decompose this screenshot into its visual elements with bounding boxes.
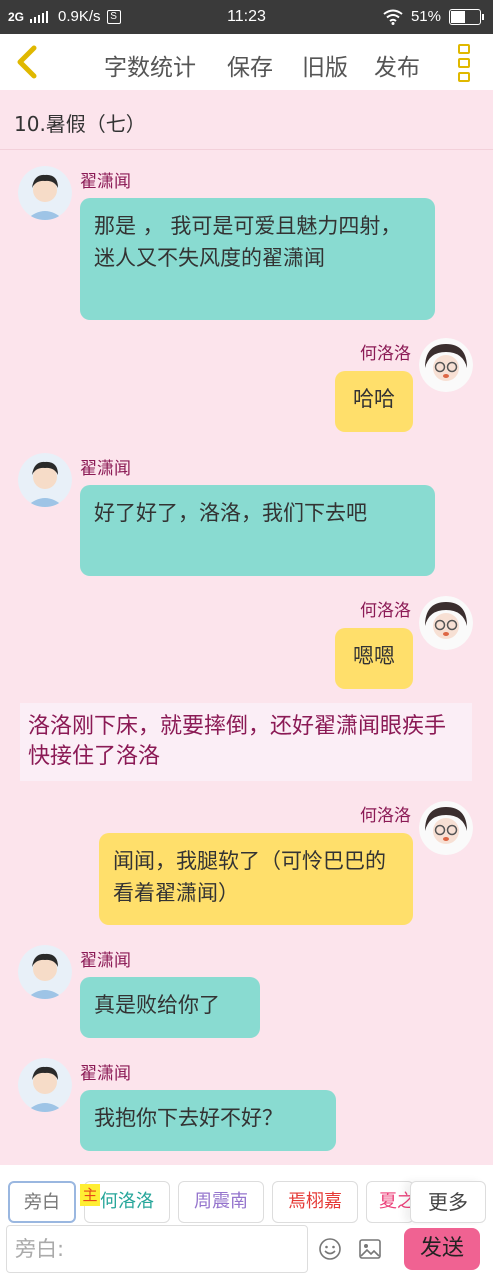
message-bubble[interactable]: 哈哈 [335,371,413,432]
narration-block[interactable]: 洛洛刚下床，就要摔倒，还好翟潇闻眼疾手快接住了洛洛 [20,703,472,781]
avatar-he-luoluo[interactable] [419,801,473,855]
message-bubble[interactable]: 好了好了，洛洛，我们下去吧 [80,485,435,576]
battery-icon [449,8,484,25]
save-button[interactable]: 保存 [227,48,273,82]
emoji-icon[interactable] [318,1237,342,1261]
old-version-button[interactable]: 旧版 [302,48,348,82]
speaker-name: 何洛洛 [360,344,411,364]
publish-button[interactable]: 发布 [374,48,420,82]
speaker-name: 翟潇闻 [80,172,131,192]
message-bubble[interactable]: 闻闻，我腿软了（可怜巴巴的看着翟潇闻） [99,833,413,925]
character-chip[interactable]: 焉栩嘉 [272,1181,358,1223]
character-chip-narrator[interactable]: 旁白 [8,1181,76,1223]
character-chip[interactable]: 周震南 [178,1181,264,1223]
wifi-icon [383,9,403,25]
character-selector: 旁白 何洛洛 周震南 焉栩嘉 夏之光 更多 [0,1165,493,1225]
message-bubble[interactable]: 那是 ， 我可是可爱且魅力四射，迷人又不失风度的翟潇闻 [80,198,435,320]
chapter-header: 10.暑假（七） [0,90,493,150]
more-options-icon[interactable] [458,44,472,82]
message-bubble[interactable]: 真是败给你了 [80,977,260,1038]
avatar-zhai-xiaowen[interactable] [18,945,72,999]
message-bubble[interactable]: 嗯嗯 [335,628,413,689]
back-arrow-icon[interactable] [12,44,42,80]
editor-toolbar: 字数统计 保存 旧版 发布 [0,34,493,90]
avatar-zhai-xiaowen[interactable] [18,453,72,507]
main-character-badge: 主 [80,1184,100,1206]
battery-percent: 51% [410,8,441,25]
speaker-name: 翟潇闻 [80,951,131,971]
speaker-name: 翟潇闻 [80,1064,131,1084]
message-input[interactable] [6,1225,308,1273]
image-icon[interactable] [358,1237,382,1261]
avatar-he-luoluo[interactable] [419,596,473,650]
speaker-name: 何洛洛 [360,806,411,826]
avatar-zhai-xiaowen[interactable] [18,166,72,220]
send-button[interactable]: 发送 [404,1228,480,1270]
word-count-button[interactable]: 字数统计 [104,48,196,82]
composer: 发送 [0,1225,493,1280]
message-bubble[interactable]: 我抱你下去好不好？ [80,1090,336,1151]
speaker-name: 何洛洛 [360,601,411,621]
character-chip[interactable]: 夏之光 [366,1181,414,1223]
status-bar: 2G 0.9K/s S 11:23 51% [0,0,493,34]
more-characters-button[interactable]: 更多 [410,1181,486,1223]
speaker-name: 翟潇闻 [80,459,131,479]
chat-area[interactable]: 翟潇闻 那是 ， 我可是可爱且魅力四射，迷人又不失风度的翟潇闻 何洛洛 哈哈 翟… [0,150,493,1165]
chapter-title: 10.暑假（七） [14,112,146,136]
avatar-zhai-xiaowen[interactable] [18,1058,72,1112]
avatar-he-luoluo[interactable] [419,338,473,392]
